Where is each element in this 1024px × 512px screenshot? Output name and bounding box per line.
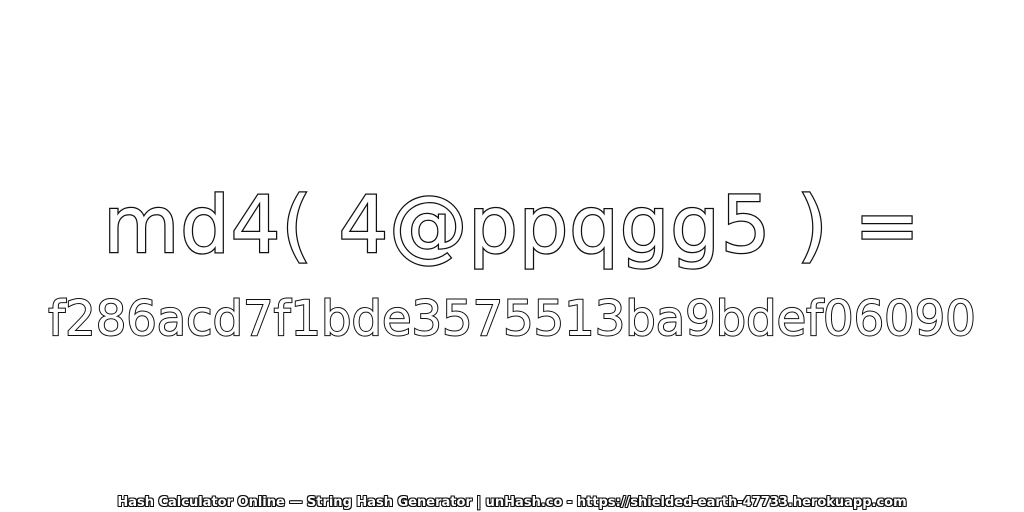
site-footer-caption: Hash Calculator Online — String Hash Gen… (117, 495, 907, 510)
hash-result-image: md4( 4@ppqgg5 ) = f286acd7f1bde3575513ba… (0, 0, 1024, 512)
hash-output-value: f286acd7f1bde3575513ba9bdef06090 (47, 290, 977, 348)
hash-expression-headline: md4( 4@ppqgg5 ) = (102, 180, 921, 273)
